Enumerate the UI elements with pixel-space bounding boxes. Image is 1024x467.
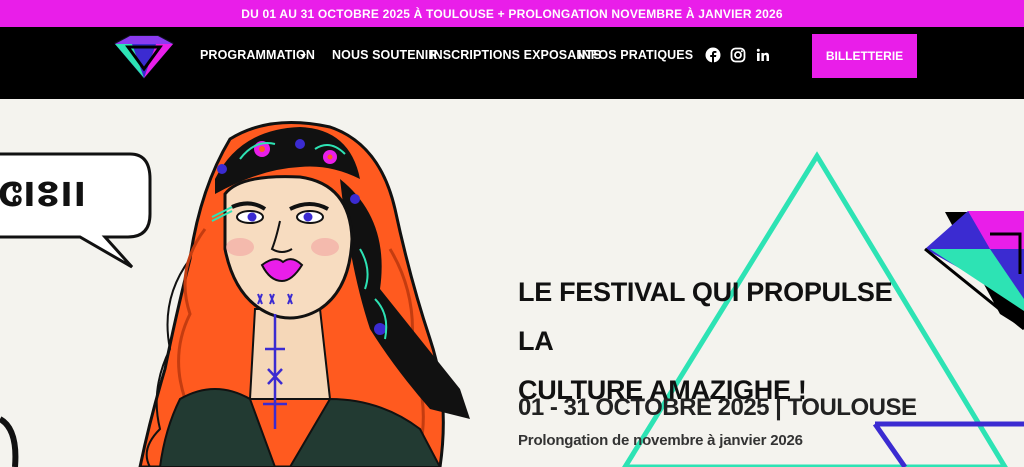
ticket-button[interactable]: BILLETTERIE (812, 34, 917, 78)
linkedin-icon[interactable] (755, 47, 771, 63)
blue-line-2 (872, 422, 908, 467)
announcement-text: DU 01 AU 31 OCTOBRE 2025 À TOULOUSE + PR… (241, 6, 783, 21)
nav-item-programmation[interactable]: PROGRAMMATION (200, 48, 315, 62)
hero-section: ⵛⵏⵓⵏⵏ LE FESTIVAL QUI PROPULSE LA CULTUR… (0, 99, 1024, 467)
diamond-decoration (924, 211, 1024, 331)
nav-item-inscriptions-exposants[interactable]: INSCRIPTIONS EXPOSANTS (430, 48, 602, 62)
speech-bubble-text: ⵛⵏⵓⵏⵏ (0, 175, 87, 214)
instagram-icon[interactable] (730, 47, 746, 63)
nav-item-nous-soutenir[interactable]: NOUS SOUTENIR (332, 48, 437, 62)
diamond-logo-icon[interactable] (112, 35, 176, 79)
nav-item-infos-pratiques[interactable]: INFOS PRATIQUES (578, 48, 693, 62)
festival-dates: 01 - 31 OCTOBRE 2025 | TOULOUSE (518, 394, 917, 421)
hero-headline-line-1: LE FESTIVAL QUI PROPULSE LA (518, 277, 893, 356)
chevron-down-icon[interactable] (300, 54, 306, 58)
main-navigation: PROGRAMMATION NOUS SOUTENIR INSCRIPTIONS… (0, 27, 1024, 99)
facebook-icon[interactable] (705, 47, 721, 63)
woman-illustration (138, 121, 470, 467)
festival-extension: Prolongation de novembre à janvier 2026 (518, 432, 803, 449)
announcement-bar: DU 01 AU 31 OCTOBRE 2025 À TOULOUSE + PR… (0, 0, 1024, 27)
hero-headline: LE FESTIVAL QUI PROPULSE LA CULTURE AMAZ… (518, 268, 898, 415)
